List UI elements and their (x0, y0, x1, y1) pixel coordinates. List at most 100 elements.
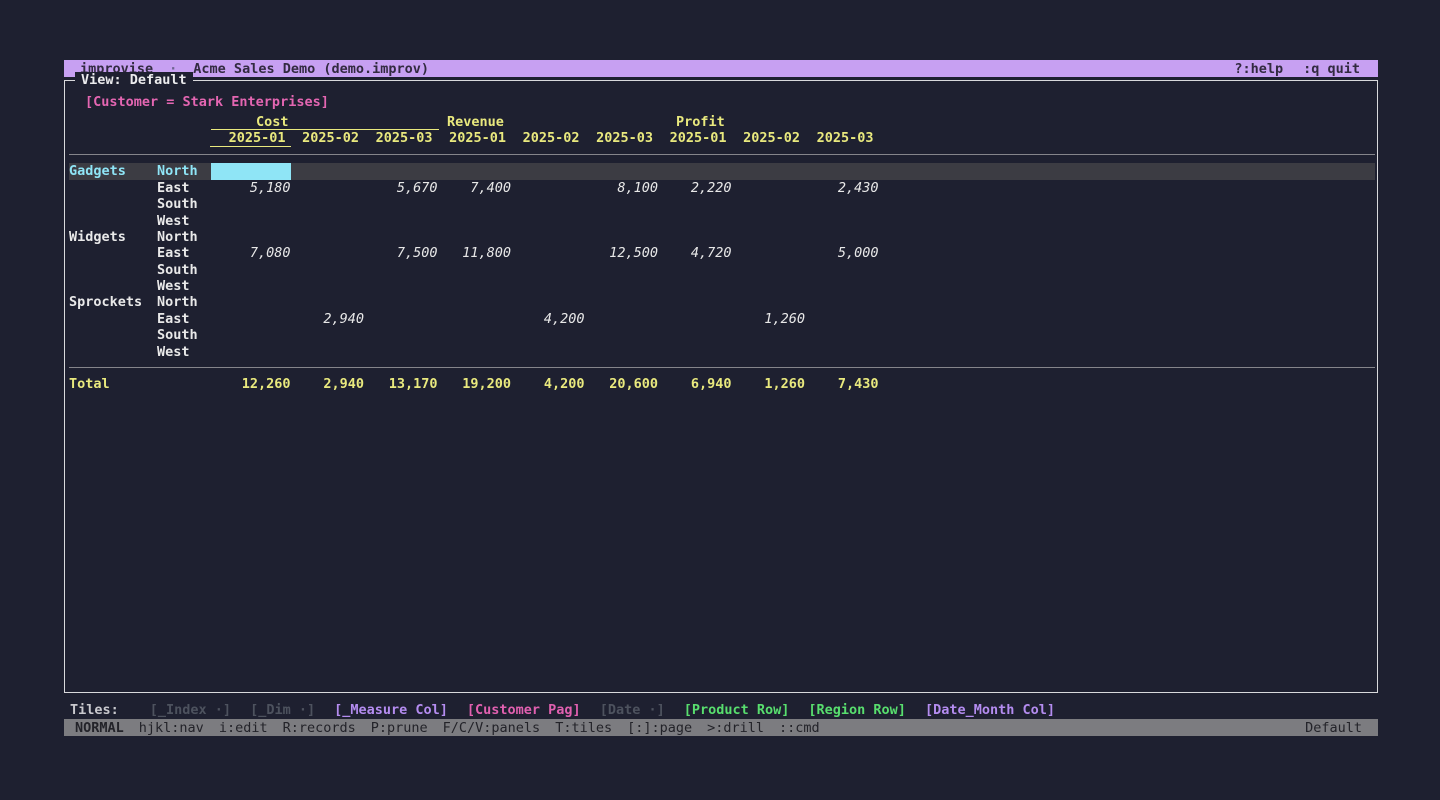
value-cell[interactable] (291, 180, 365, 196)
value-cell[interactable] (511, 327, 585, 343)
value-cell[interactable] (658, 294, 732, 310)
value-cell[interactable] (364, 212, 438, 228)
value-cell[interactable] (805, 229, 879, 245)
value-cell[interactable] (364, 229, 438, 245)
selected-cell[interactable] (211, 163, 291, 179)
product-label[interactable]: Gadgets (69, 163, 157, 179)
value-cell[interactable] (732, 278, 806, 294)
value-cell[interactable]: 2,430 (805, 180, 879, 196)
value-cell[interactable] (438, 343, 512, 359)
measure-group-profit[interactable]: Profit (676, 115, 725, 130)
value-cell[interactable] (585, 278, 659, 294)
value-cell[interactable] (658, 196, 732, 212)
value-cell[interactable] (291, 229, 365, 245)
value-cell[interactable] (585, 343, 659, 359)
value-cell[interactable] (291, 327, 365, 343)
tile-product[interactable]: [Product Row] (684, 702, 790, 718)
value-cell[interactable] (291, 278, 365, 294)
region-label[interactable]: East (157, 245, 217, 261)
value-cell[interactable]: 2,940 (291, 311, 365, 327)
value-cell[interactable]: 2,220 (658, 180, 732, 196)
value-cell[interactable] (217, 262, 291, 278)
value-cell[interactable] (732, 343, 806, 359)
tile-customer[interactable]: [Customer Pag] (467, 702, 581, 718)
value-cell[interactable] (438, 278, 512, 294)
value-cell[interactable] (217, 294, 291, 310)
region-label[interactable]: North (157, 163, 217, 179)
value-cell[interactable] (585, 311, 659, 327)
value-cell[interactable]: 4,200 (511, 311, 585, 327)
value-cell[interactable] (438, 163, 512, 179)
measure-group-revenue[interactable]: Revenue (447, 115, 504, 130)
region-label[interactable]: East (157, 311, 217, 327)
value-cell[interactable] (732, 262, 806, 278)
value-cell[interactable] (291, 196, 365, 212)
value-cell[interactable]: 5,180 (217, 180, 291, 196)
value-cell[interactable]: 5,670 (364, 180, 438, 196)
value-cell[interactable] (364, 163, 438, 179)
value-cell[interactable] (511, 212, 585, 228)
value-cell[interactable] (805, 262, 879, 278)
value-cell[interactable]: 7,080 (217, 245, 291, 261)
tile-date-month[interactable]: [Date_Month Col] (925, 702, 1055, 718)
value-cell[interactable] (217, 229, 291, 245)
product-label[interactable]: Sprockets (69, 294, 157, 310)
value-cell[interactable] (732, 229, 806, 245)
region-label[interactable]: North (157, 294, 217, 310)
value-cell[interactable] (511, 180, 585, 196)
value-cell[interactable] (291, 163, 365, 179)
region-label[interactable]: West (157, 344, 217, 360)
value-cell[interactable] (732, 163, 806, 179)
value-cell[interactable]: 1,260 (732, 311, 806, 327)
value-cell[interactable]: 12,500 (585, 245, 659, 261)
value-cell[interactable] (805, 196, 879, 212)
value-cell[interactable] (658, 212, 732, 228)
value-cell[interactable] (805, 327, 879, 343)
value-cell[interactable] (805, 343, 879, 359)
tile-measure[interactable]: [_Measure Col] (334, 702, 448, 718)
region-label[interactable]: East (157, 180, 217, 196)
value-cell[interactable] (511, 262, 585, 278)
value-cell[interactable] (805, 294, 879, 310)
value-cell[interactable] (217, 212, 291, 228)
value-cell[interactable] (364, 196, 438, 212)
month-header[interactable]: 2025-02 (291, 130, 365, 146)
product-label[interactable]: Widgets (69, 229, 157, 245)
month-header[interactable]: 2025-01 (438, 130, 512, 146)
month-header[interactable]: 2025-03 (805, 130, 879, 146)
value-cell[interactable] (364, 327, 438, 343)
month-header[interactable]: 2025-01 (658, 130, 732, 146)
measure-group-cost[interactable]: Cost (211, 115, 439, 130)
value-cell[interactable] (438, 294, 512, 310)
value-cell[interactable] (732, 245, 806, 261)
month-header[interactable]: 2025-03 (364, 130, 438, 146)
value-cell[interactable]: 7,400 (438, 180, 512, 196)
value-cell[interactable] (511, 229, 585, 245)
value-cell[interactable] (291, 262, 365, 278)
value-cell[interactable]: 4,720 (658, 245, 732, 261)
value-cell[interactable] (291, 245, 365, 261)
value-cell[interactable] (585, 327, 659, 343)
month-header[interactable]: 2025-03 (585, 130, 659, 146)
value-cell[interactable] (732, 327, 806, 343)
value-cell[interactable]: 7,500 (364, 245, 438, 261)
value-cell[interactable] (732, 180, 806, 196)
value-cell[interactable] (732, 212, 806, 228)
value-cell[interactable] (511, 343, 585, 359)
value-cell[interactable] (585, 229, 659, 245)
value-cell[interactable] (511, 196, 585, 212)
value-cell[interactable] (438, 212, 512, 228)
value-cell[interactable] (364, 294, 438, 310)
value-cell[interactable] (217, 343, 291, 359)
value-cell[interactable] (438, 327, 512, 343)
value-cell[interactable] (511, 245, 585, 261)
value-cell[interactable] (658, 311, 732, 327)
value-cell[interactable] (217, 311, 291, 327)
value-cell[interactable] (732, 196, 806, 212)
tile-region[interactable]: [Region Row] (808, 702, 906, 718)
value-cell[interactable] (511, 294, 585, 310)
value-cell[interactable] (585, 262, 659, 278)
value-cell[interactable] (658, 262, 732, 278)
region-label[interactable]: North (157, 229, 217, 245)
value-cell[interactable] (217, 196, 291, 212)
